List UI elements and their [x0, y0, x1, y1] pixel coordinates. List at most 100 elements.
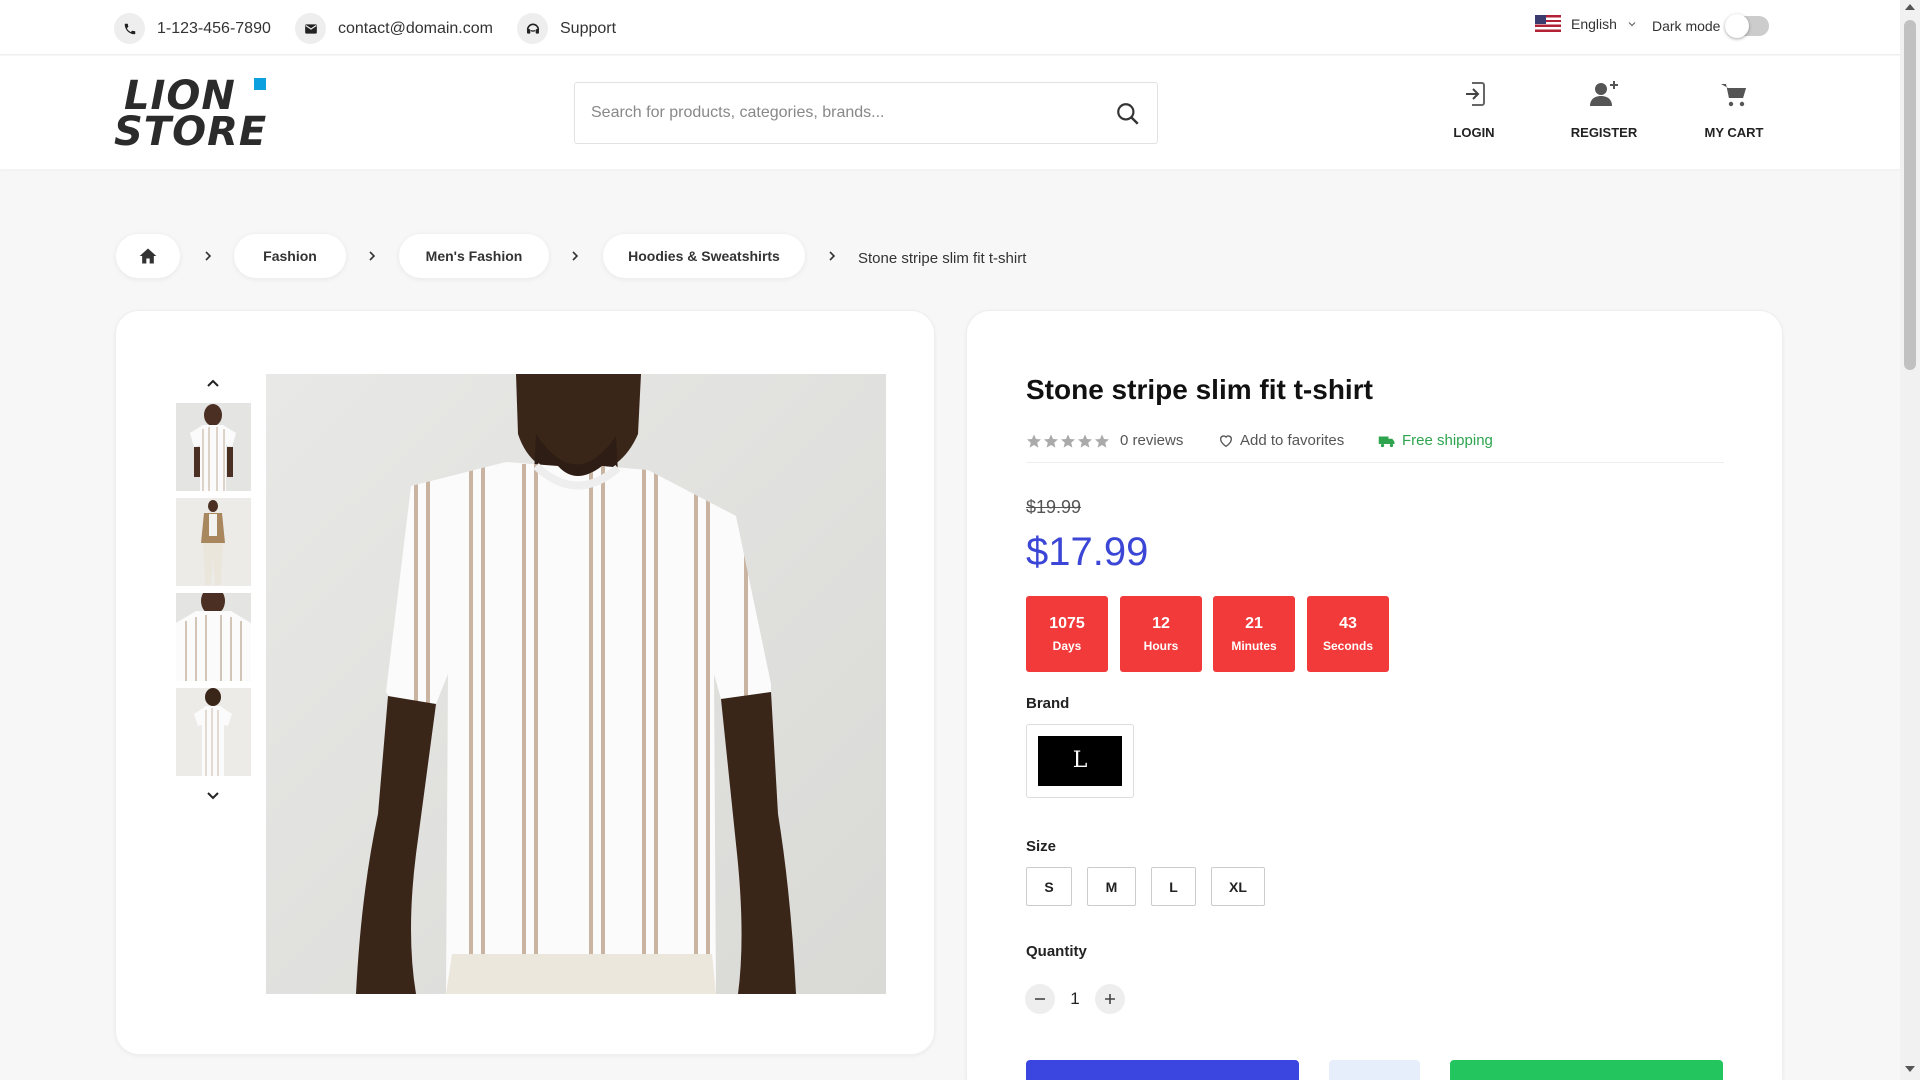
scrollbar-thumb[interactable] [1904, 20, 1916, 370]
chevron-right-icon [205, 251, 212, 261]
store-logo[interactable]: LION STORE [114, 74, 274, 154]
page-scrollbar[interactable] [1900, 0, 1920, 1080]
headset-icon [517, 13, 548, 44]
star-icon [1095, 433, 1109, 448]
support-link[interactable]: Support [517, 13, 616, 44]
cart-icon [1721, 84, 1746, 107]
thumbnail-2[interactable] [176, 498, 251, 586]
breadcrumb-mens-fashion[interactable]: Men's Fashion [399, 234, 549, 278]
favorites-label: Add to favorites [1240, 432, 1345, 449]
login-button[interactable]: LOGIN [1424, 78, 1524, 140]
product-info-card [966, 310, 1783, 1080]
heart-icon [1219, 434, 1233, 447]
cart-label: MY CART [1704, 125, 1764, 140]
us-flag-icon [1535, 15, 1561, 32]
star-icon [1078, 433, 1092, 448]
countdown-unit: Seconds [1322, 639, 1373, 653]
product-main-image[interactable] [266, 374, 886, 994]
top-bar: 1-123-456-7890 contact@domain.com Suppor… [0, 0, 1900, 55]
old-price: $19.99 [1026, 497, 1082, 517]
countdown-value: 12 [1152, 615, 1170, 632]
compare-button[interactable] [1329, 1060, 1420, 1080]
countdown-seconds: 43 Seconds [1307, 596, 1389, 672]
register-button[interactable]: REGISTER [1554, 78, 1654, 140]
countdown-value: 1075 [1049, 615, 1085, 632]
size-option-s[interactable]: S [1026, 867, 1072, 906]
breadcrumb-hoodies[interactable]: Hoodies & Sweatshirts [603, 234, 805, 278]
plus-icon [1105, 994, 1115, 1004]
breadcrumb-home[interactable] [116, 234, 180, 278]
star-icon [1061, 433, 1075, 448]
size-option-m[interactable]: M [1087, 867, 1136, 906]
breadcrumb-current: Stone stripe slim fit t-shirt [858, 250, 1027, 267]
chevron-down-icon [1628, 21, 1636, 26]
login-label: LOGIN [1453, 125, 1495, 140]
minus-icon [1035, 998, 1045, 1000]
size-option-l[interactable]: L [1151, 867, 1196, 906]
breadcrumb-fashion[interactable]: Fashion [234, 234, 346, 278]
search-icon[interactable] [1115, 101, 1141, 127]
reviews-count: 0 reviews [1120, 432, 1184, 449]
quantity-increase-button[interactable] [1095, 984, 1125, 1014]
thumbnail-4[interactable] [176, 688, 251, 776]
login-icon [1466, 82, 1485, 106]
chevron-right-icon [369, 251, 376, 261]
countdown-value: 43 [1339, 615, 1357, 632]
star-icon [1027, 433, 1041, 448]
add-to-favorites-button[interactable]: Add to favorites [1218, 432, 1344, 449]
chevron-right-icon [829, 251, 836, 261]
chevron-down-icon[interactable] [203, 786, 223, 806]
quantity-decrease-button[interactable] [1025, 984, 1055, 1014]
product-title: Stone stripe slim fit t-shirt [1026, 374, 1373, 405]
search-bar [574, 82, 1158, 144]
language-selector[interactable]: English [1535, 15, 1637, 32]
scroll-up-arrow[interactable] [1905, 4, 1915, 10]
dark-mode-toggle[interactable] [1725, 14, 1769, 38]
divider [1026, 462, 1724, 463]
star-icon [1044, 433, 1058, 448]
logo-square [254, 78, 266, 90]
search-input[interactable] [591, 83, 1091, 143]
current-price: $17.99 [1026, 530, 1149, 574]
rating-row[interactable]: 0 reviews [1026, 432, 1183, 449]
countdown-minutes: 21 Minutes [1213, 596, 1295, 672]
quantity-label: Quantity [1026, 943, 1087, 960]
brand-logo: L [1038, 736, 1122, 786]
quantity-value[interactable]: 1 [1068, 989, 1082, 1009]
brand-label: Brand [1026, 695, 1070, 712]
chevron-right-icon [572, 251, 579, 261]
size-label: Size [1026, 838, 1057, 855]
rating-stars [1026, 433, 1110, 449]
language-label: English [1571, 15, 1617, 32]
main-header: LION STORE LOGIN REGISTER MY CART [0, 56, 1900, 169]
countdown-hours: 12 Hours [1120, 596, 1202, 672]
email-address: contact@domain.com [338, 19, 493, 37]
phone-contact[interactable]: 1-123-456-7890 [114, 13, 271, 44]
register-label: REGISTER [1570, 125, 1638, 140]
countdown-unit: Hours [1143, 639, 1179, 653]
scroll-down-arrow[interactable] [1905, 1066, 1915, 1072]
thumbnail-3[interactable] [176, 593, 251, 681]
add-user-icon [1590, 81, 1618, 106]
buy-now-button[interactable] [1450, 1060, 1723, 1080]
brand-logo-link[interactable]: L [1026, 724, 1134, 798]
phone-icon [114, 13, 145, 44]
chevron-up-icon[interactable] [203, 373, 223, 393]
email-contact[interactable]: contact@domain.com [295, 13, 493, 44]
countdown-days: 1075 Days [1026, 596, 1108, 672]
cart-button[interactable]: MY CART [1684, 78, 1784, 140]
add-to-cart-button[interactable] [1026, 1060, 1299, 1080]
support-label: Support [560, 19, 617, 37]
free-shipping-badge: Free shipping [1378, 432, 1493, 449]
mail-icon [295, 13, 326, 44]
toggle-knob [1725, 14, 1749, 38]
shipping-label: Free shipping [1402, 432, 1493, 449]
logo-line-2: STORE [114, 109, 268, 155]
countdown-unit: Days [1052, 639, 1082, 653]
size-option-xl[interactable]: XL [1211, 867, 1265, 906]
countdown-unit: Minutes [1231, 639, 1277, 653]
thumbnail-1[interactable] [176, 403, 251, 491]
home-icon [139, 248, 157, 264]
countdown-value: 21 [1245, 615, 1263, 632]
dark-mode-label: Dark mode [1652, 18, 1721, 34]
